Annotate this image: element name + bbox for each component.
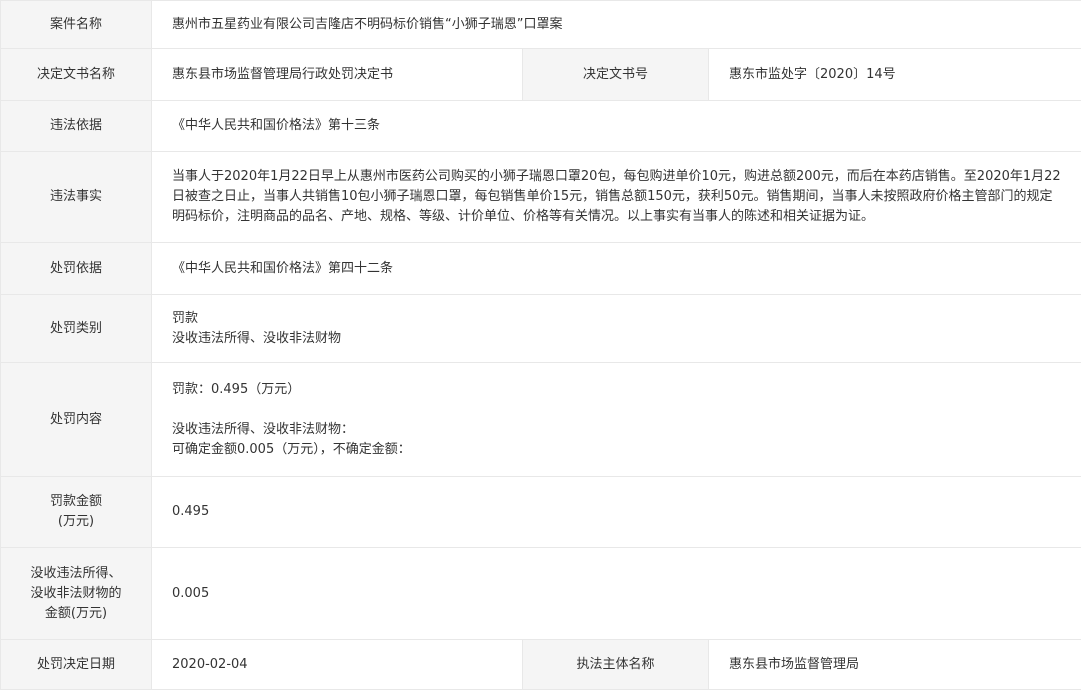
row-penalty-type: 处罚类别 罚款 没收违法所得、没收非法财物: [0, 294, 1081, 363]
penalty-content-fine: 罚款：0.495（万元）: [172, 381, 301, 397]
row-confiscation-amount: 没收违法所得、 没收非法财物的 金额(万元) 0.005: [0, 547, 1081, 640]
confiscation-amount-value: 0.005: [151, 547, 1081, 640]
penalty-basis-label: 处罚依据: [0, 242, 152, 295]
row-case-name: 案件名称 惠州市五星药业有限公司吉隆店不明码标价销售“小狮子瑞恩”口罩案: [0, 0, 1081, 49]
penalty-content-confiscation-title: 没收违法所得、没收非法财物：: [172, 421, 355, 437]
penalty-detail-table: 案件名称 惠州市五星药业有限公司吉隆店不明码标价销售“小狮子瑞恩”口罩案 决定文…: [0, 0, 1081, 690]
penalty-type-label: 处罚类别: [0, 294, 152, 363]
penalty-basis-value: 《中华人民共和国价格法》第四十二条: [151, 242, 1081, 295]
row-decision-doc: 决定文书名称 惠东县市场监督管理局行政处罚决定书 决定文书号 惠东市监处字〔20…: [0, 48, 1081, 101]
row-penalty-content: 处罚内容 罚款：0.495（万元） 没收违法所得、没收非法财物： 可确定金额0.…: [0, 362, 1081, 477]
row-violation-facts: 违法事实 当事人于2020年1月22日早上从惠州市医药公司购买的小狮子瑞恩口罩2…: [0, 151, 1081, 243]
decision-doc-name-label: 决定文书名称: [0, 48, 152, 101]
violation-basis-label: 违法依据: [0, 100, 152, 152]
enforcement-agency-value: 惠东县市场监督管理局: [708, 639, 1081, 690]
fine-amount-label: 罚款金额 (万元): [0, 476, 152, 548]
decision-date-label: 处罚决定日期: [0, 639, 152, 690]
enforcement-agency-label: 执法主体名称: [522, 639, 709, 690]
penalty-type-value: 罚款 没收违法所得、没收非法财物: [151, 294, 1081, 363]
row-penalty-basis: 处罚依据 《中华人民共和国价格法》第四十二条: [0, 242, 1081, 295]
decision-doc-name-value: 惠东县市场监督管理局行政处罚决定书: [151, 48, 523, 101]
row-violation-basis: 违法依据 《中华人民共和国价格法》第十三条: [0, 100, 1081, 152]
penalty-content-label: 处罚内容: [0, 362, 152, 477]
row-fine-amount: 罚款金额 (万元) 0.495: [0, 476, 1081, 548]
penalty-content-confiscation-amount: 可确定金额0.005（万元），不确定金额：: [172, 441, 411, 457]
penalty-type-line: 没收违法所得、没收非法财物: [172, 330, 342, 346]
decision-doc-no-value: 惠东市监处字〔2020〕14号: [708, 48, 1081, 101]
case-name-label: 案件名称: [0, 0, 152, 49]
row-decision-date: 处罚决定日期 2020-02-04 执法主体名称 惠东县市场监督管理局: [0, 639, 1081, 690]
case-name-value: 惠州市五星药业有限公司吉隆店不明码标价销售“小狮子瑞恩”口罩案: [151, 0, 1081, 49]
penalty-content-value: 罚款：0.495（万元） 没收违法所得、没收非法财物： 可确定金额0.005（万…: [151, 362, 1081, 477]
confiscation-amount-label: 没收违法所得、 没收非法财物的 金额(万元): [0, 547, 152, 640]
violation-facts-value: 当事人于2020年1月22日早上从惠州市医药公司购买的小狮子瑞恩口罩20包，每包…: [151, 151, 1081, 243]
decision-doc-no-label: 决定文书号: [522, 48, 709, 101]
decision-date-value: 2020-02-04: [151, 639, 523, 690]
penalty-type-line: 罚款: [172, 310, 199, 326]
fine-amount-value: 0.495: [151, 476, 1081, 548]
violation-facts-label: 违法事实: [0, 151, 152, 243]
violation-basis-value: 《中华人民共和国价格法》第十三条: [151, 100, 1081, 152]
